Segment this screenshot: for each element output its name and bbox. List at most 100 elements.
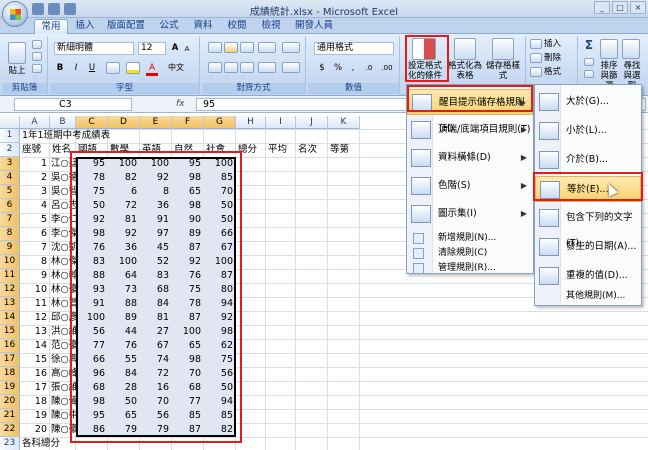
score-cell[interactable]: 94 [204,395,236,409]
more-rules-item[interactable]: 其他規則(M)... [535,289,641,304]
cell-styles-icon[interactable] [492,38,514,60]
score-cell[interactable]: 84 [108,367,140,381]
score-cell[interactable]: 96 [76,367,108,381]
score-cell[interactable]: 52 [140,255,172,269]
rule-item-0[interactable]: 大於(G)... [535,89,641,115]
rule-item-4[interactable]: 包含下列的文字(T)... [535,205,641,249]
score-cell[interactable]: 100 [108,255,140,269]
row-header[interactable]: 18 [0,367,20,381]
underline-button[interactable]: U [86,63,98,73]
score-cell[interactable]: 95 [172,157,204,171]
score-cell[interactable]: 85 [172,409,204,423]
column-header-a[interactable]: A [20,116,50,129]
column-header-b[interactable]: B [50,116,76,129]
format-cells-button[interactable]: 格式 [544,67,574,77]
cf-menu-item-0[interactable]: 醒目提示儲存格規則(H) ▶ [407,89,533,134]
score-cell[interactable]: 98 [76,227,108,241]
score-cell[interactable]: 65 [108,409,140,423]
delete-cells-icon[interactable] [530,53,542,63]
score-cell[interactable]: 44 [108,325,140,339]
increase-decimal-button[interactable]: .0 [362,63,376,73]
row-header[interactable]: 15 [0,325,20,339]
column-header-d[interactable]: D [108,116,140,129]
score-cell[interactable]: 50 [204,381,236,395]
score-cell[interactable]: 87 [172,311,204,325]
borders-icon[interactable] [106,62,120,74]
score-cell[interactable]: 90 [172,213,204,227]
sort-filter-icon[interactable] [600,39,618,59]
font-color-button[interactable]: A [146,63,158,76]
score-cell[interactable]: 89 [172,227,204,241]
row-header[interactable]: 7 [0,213,20,227]
score-cell[interactable]: 98 [172,171,204,185]
paste-icon[interactable] [8,42,26,64]
score-cell[interactable]: 87 [172,423,204,437]
cf-menu-item-3[interactable]: 色階(S) ▶ [407,173,533,199]
close-button[interactable]: × [630,1,646,14]
score-cell[interactable]: 72 [140,367,172,381]
score-cell[interactable]: 95 [76,157,108,171]
format-as-table-button[interactable]: 格式化為表格 [448,61,482,81]
score-cell[interactable]: 36 [108,241,140,255]
score-cell[interactable]: 66 [204,227,236,241]
cf-menu-small-item-1[interactable]: 清除規則(C) [407,246,533,261]
score-cell[interactable]: 66 [76,353,108,367]
row-header[interactable]: 12 [0,283,20,297]
wrap-text-icon[interactable] [282,42,300,53]
score-cell[interactable]: 6 [108,185,140,199]
row-header[interactable]: 2 [0,143,20,157]
score-cell[interactable]: 56 [204,367,236,381]
score-cell[interactable]: 78 [172,297,204,311]
name-box[interactable]: C3 [14,98,132,111]
score-cell[interactable]: 86 [76,423,108,437]
find-select-icon[interactable] [622,39,640,59]
score-cell[interactable]: 8 [140,185,172,199]
indent-icon[interactable] [258,62,276,73]
score-cell[interactable]: 56 [140,409,172,423]
score-cell[interactable]: 100 [108,157,140,171]
score-cell[interactable]: 50 [76,199,108,213]
score-cell[interactable]: 83 [76,255,108,269]
score-cell[interactable]: 76 [76,241,108,255]
row-header[interactable]: 21 [0,409,20,423]
conditional-format-button[interactable]: 設定格式化的條件 [404,61,446,81]
score-cell[interactable]: 98 [172,353,204,367]
row-header[interactable]: 22 [0,423,20,437]
tab-home[interactable]: 常用 [34,19,68,34]
align-top-icon[interactable] [208,42,222,53]
percent-button[interactable]: % [332,63,344,73]
score-cell[interactable]: 68 [76,381,108,395]
clear-icon[interactable] [584,70,594,78]
row-header[interactable]: 19 [0,381,20,395]
align-right-icon[interactable] [240,62,254,73]
italic-button[interactable]: I [70,63,82,73]
score-cell[interactable]: 65 [172,339,204,353]
column-header-f[interactable]: F [172,116,204,129]
format-cells-icon[interactable] [530,67,542,77]
score-cell[interactable]: 70 [140,395,172,409]
conditional-format-icon[interactable] [412,38,436,60]
score-cell[interactable]: 72 [108,199,140,213]
orientation-icon[interactable] [258,42,276,53]
score-cell[interactable]: 100 [172,325,204,339]
align-center-icon[interactable] [224,62,238,73]
align-bottom-icon[interactable] [240,42,254,53]
column-header-i[interactable]: I [266,116,296,129]
row-header[interactable]: 16 [0,339,20,353]
score-cell[interactable]: 75 [204,353,236,367]
score-cell[interactable]: 88 [76,269,108,283]
score-cell[interactable]: 27 [140,325,172,339]
row-header[interactable]: 6 [0,199,20,213]
row-header[interactable]: 14 [0,311,20,325]
score-cell[interactable]: 70 [204,185,236,199]
score-cell[interactable]: 56 [76,325,108,339]
score-cell[interactable]: 85 [204,409,236,423]
score-cell[interactable]: 68 [172,381,204,395]
score-cell[interactable]: 82 [108,171,140,185]
score-cell[interactable]: 79 [140,423,172,437]
cut-icon[interactable] [32,40,42,49]
tab-page-layout[interactable]: 版面配置 [104,19,148,34]
score-cell[interactable]: 55 [108,353,140,367]
rule-item-1[interactable]: 小於(L)... [535,118,641,144]
office-button[interactable] [2,1,28,27]
